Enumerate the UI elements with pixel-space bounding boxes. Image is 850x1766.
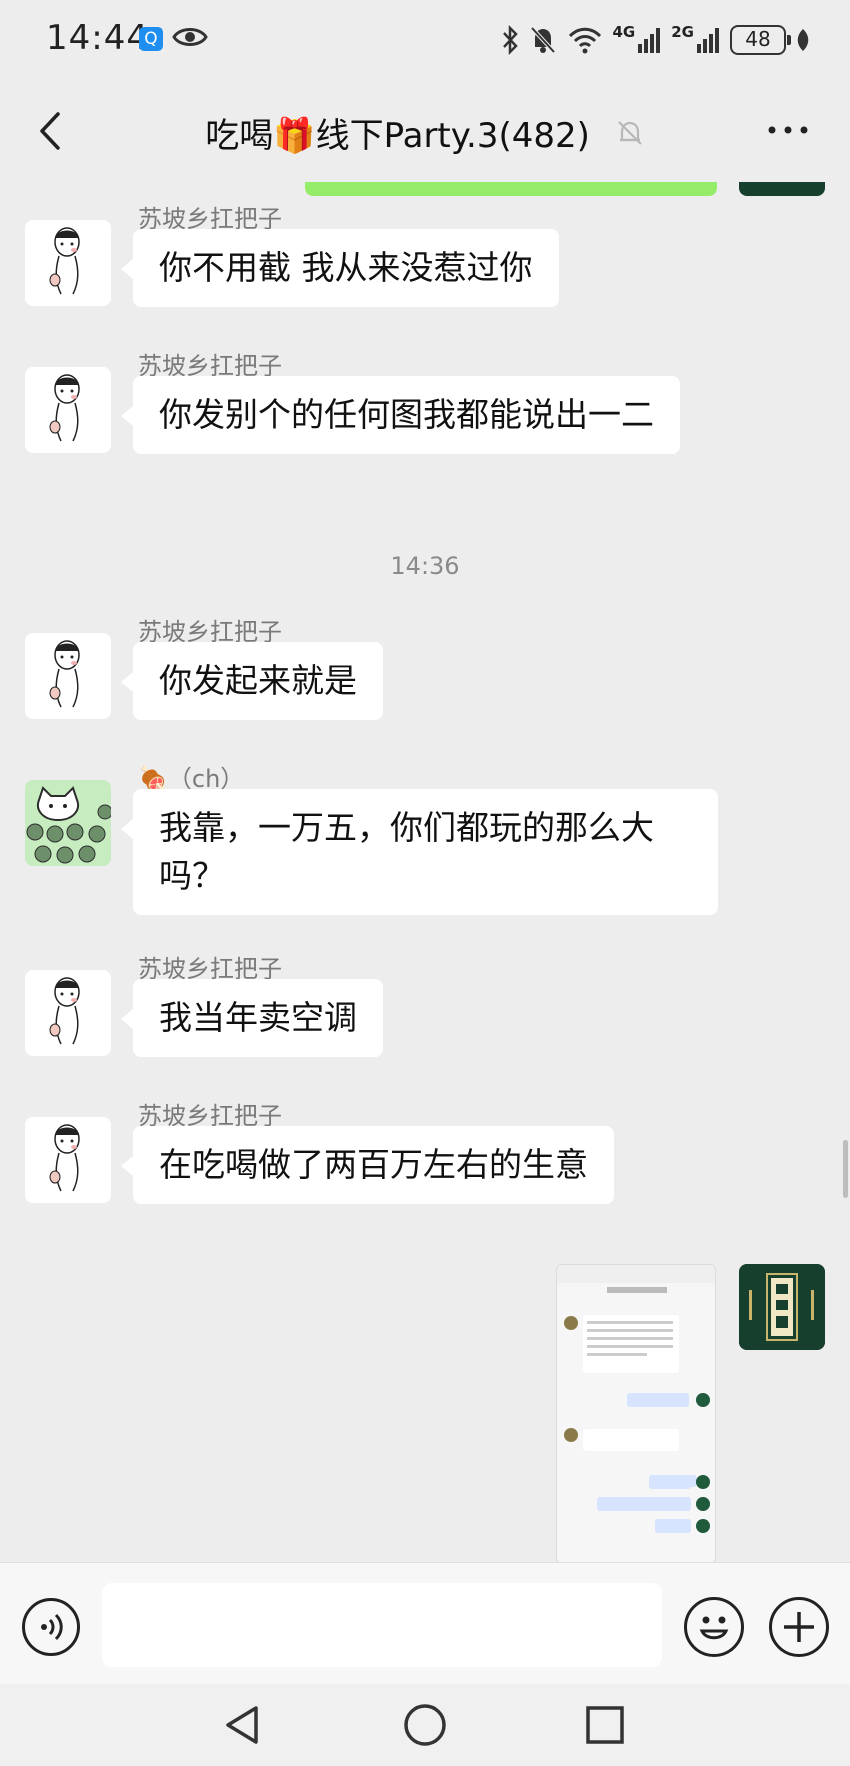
square-recent-icon [586,1706,624,1744]
status-indicators: 4G 2G 48 [501,18,811,62]
message-input[interactable] [102,1583,662,1667]
outgoing-message-bubble-partial[interactable] [305,182,717,196]
self-avatar-partial[interactable] [739,182,825,196]
chat-title-area: 吃喝🎁线下Party.3(482) [0,108,850,157]
green-seal-avatar-icon [739,1264,825,1350]
self-avatar[interactable] [739,1264,825,1350]
nav-back-button[interactable] [218,1700,268,1750]
more-functions-button[interactable] [769,1597,829,1657]
network-4g-label: 4G [612,23,636,41]
emoji-icon [699,1616,729,1640]
wifi-icon [568,27,601,54]
message-bubble[interactable]: 你不用截 我从来没惹过你 [121,229,559,307]
sender-avatar[interactable] [25,1117,111,1203]
chat-message-list[interactable]: 苏坡乡扛把子 你不用截 我从来没惹过你 苏坡乡扛把子 你发别个的任何图我都能说出… [0,182,850,1562]
notification-off-icon [530,26,555,54]
chat-screenshot-thumbnail [557,1265,715,1533]
system-navigation-bar [0,1684,850,1766]
signal-4g-icon [638,28,661,53]
chat-title: 吃喝🎁线下Party.3(482) [205,116,590,156]
message-timestamp: 14:36 [390,552,460,580]
nav-recent-apps-button[interactable] [580,1700,630,1750]
chat-header: 吃喝🎁线下Party.3(482) [0,80,850,182]
voice-input-button[interactable] [22,1598,80,1656]
bluetooth-icon [502,25,518,55]
message-bubble[interactable]: 我当年卖空调 [121,979,383,1057]
message-bubble[interactable]: 你发别个的任何图我都能说出一二 [121,376,680,454]
emoji-button[interactable] [684,1597,744,1657]
triangle-back-icon [226,1706,258,1744]
message-bubble[interactable]: 我靠，一万五，你们都玩的那么大吗？ [121,789,718,915]
signal-2g-icon [697,28,719,53]
cartoon-avatar-icon [49,640,80,708]
voice-icon [41,1613,63,1641]
cartoon-avatar-icon [49,977,80,1045]
cartoon-avatar-icon [49,227,80,295]
circle-home-icon [404,1704,446,1746]
cartoon-avatar-icon [49,1124,80,1192]
message-bubble[interactable]: 你发起来就是 [121,642,383,720]
cat-pattern-avatar-icon [25,780,111,866]
more-dots-icon [768,126,808,134]
sender-avatar[interactable] [25,367,111,453]
cartoon-avatar-icon [49,374,80,442]
app-notification-icon: Q [139,27,163,51]
eye-icon [172,28,208,46]
more-options-button[interactable] [766,120,810,140]
plus-icon [784,1612,814,1642]
chat-scrollbar[interactable] [843,1140,848,1198]
network-2g-label: 2G [671,23,694,41]
status-time: 14:44 [46,18,149,58]
message-bubble[interactable]: 在吃喝做了两百万左右的生意 [121,1126,614,1204]
sender-avatar[interactable] [25,780,111,866]
sender-avatar[interactable] [25,633,111,719]
bell-off-icon [617,120,642,145]
leaf-icon [797,29,809,51]
sender-avatar[interactable] [25,970,111,1056]
battery-indicator: 48 [730,25,791,55]
status-bar: 14:44 Q 4G 2G 48 [0,0,850,80]
sent-screenshot-image[interactable] [556,1264,716,1562]
nav-home-button[interactable] [400,1700,450,1750]
sender-avatar[interactable] [25,220,111,306]
message-input-bar [0,1562,850,1684]
